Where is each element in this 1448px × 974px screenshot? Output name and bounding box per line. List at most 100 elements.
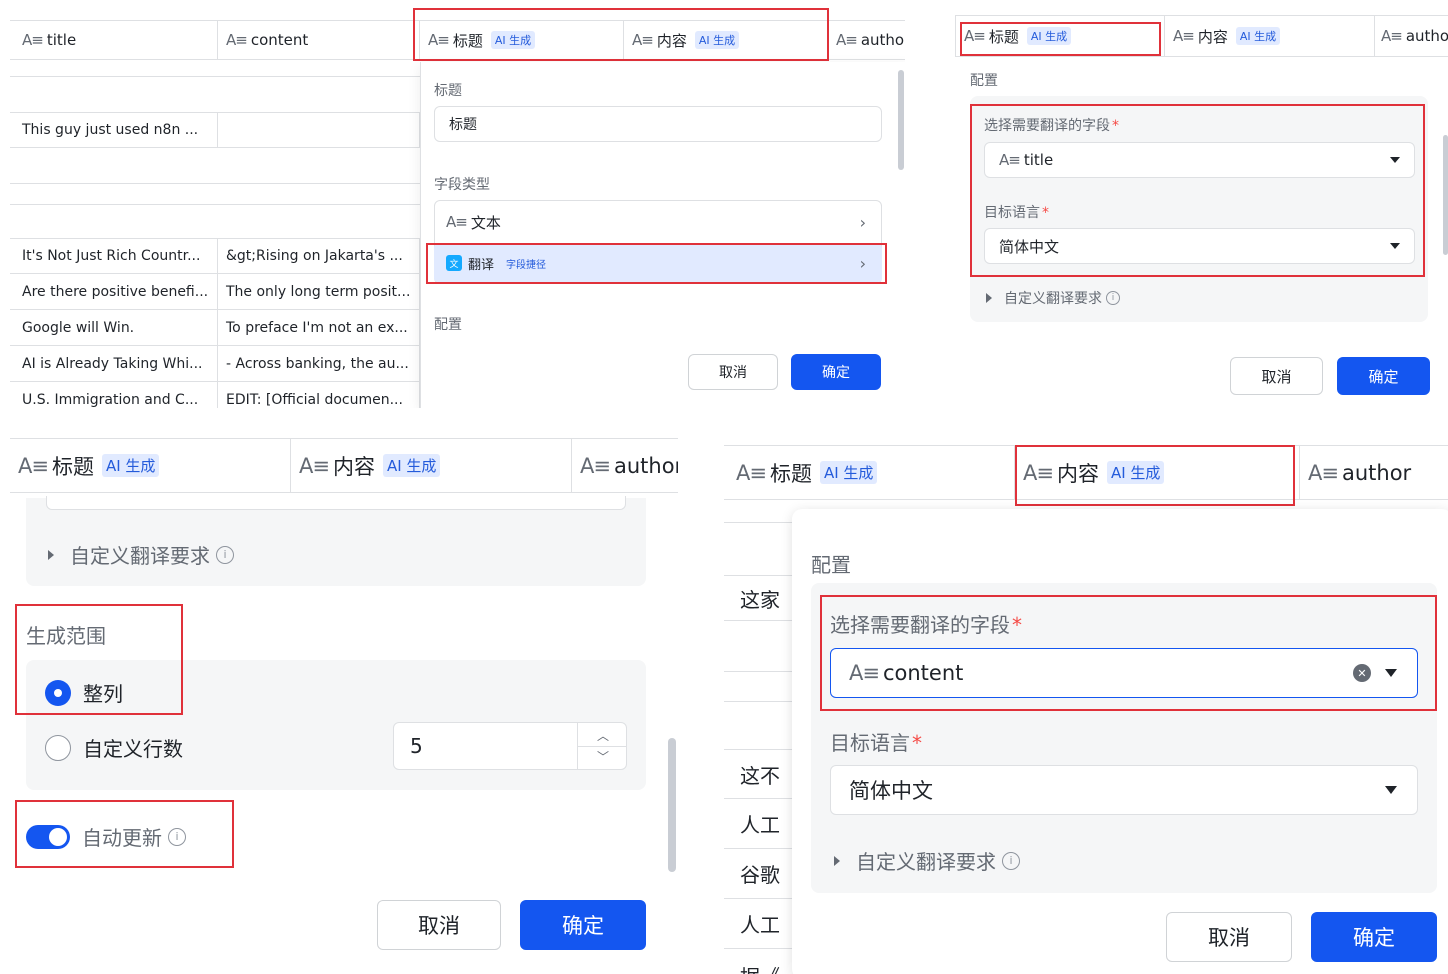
chevron-up-icon[interactable]: ︿ [597, 727, 609, 744]
text-field-icon: A≡ [999, 151, 1021, 169]
table-row[interactable]: AI is Already Taking Whi... [10, 346, 218, 382]
text-field-icon: A≡ [836, 31, 858, 49]
text-field-icon: A≡ [22, 31, 44, 49]
input-edge [46, 496, 626, 510]
chevron-right-icon: › [859, 253, 866, 273]
ai-generated-badge: AI 生成 [1106, 461, 1165, 484]
title-input[interactable]: 标题 [434, 106, 882, 142]
custom-requirement-toggle[interactable]: 自定义翻译要求 i [986, 288, 1120, 308]
table-row[interactable]: Are there positive benefi... [10, 274, 218, 310]
cancel-button[interactable]: 取消 [377, 900, 501, 950]
column-header-author[interactable]: A≡author [828, 20, 905, 60]
table-row[interactable] [218, 112, 420, 148]
chevron-down-icon [1385, 786, 1397, 794]
text-field-icon: A≡ [1381, 27, 1403, 45]
generation-range-label: 生成范围 [26, 624, 106, 648]
table-row[interactable]: Google will Win. [10, 310, 218, 346]
text-field-icon: A≡ [849, 661, 880, 685]
scrollbar[interactable] [668, 738, 676, 872]
title-label: 标题 [434, 83, 462, 99]
custom-requirement-toggle[interactable]: 自定义翻译要求 i [834, 846, 1020, 875]
confirm-button[interactable]: 确定 [520, 900, 646, 950]
column-header-author[interactable]: A≡author [572, 438, 678, 493]
cancel-button[interactable]: 取消 [1230, 357, 1323, 395]
translate-icon: 文 [446, 255, 462, 271]
config-label: 配置 [434, 317, 462, 333]
table-row-divider [10, 183, 420, 184]
text-field-icon: A≡ [299, 453, 330, 478]
rows-stepper[interactable]: 5 ︿ ﹀ [393, 722, 627, 770]
clear-icon[interactable]: ✕ [1353, 664, 1371, 682]
table-row[interactable]: This guy just used n8n ... [10, 112, 218, 148]
column-header-content-zh[interactable]: A≡ 内容 AI 生成 [624, 20, 828, 60]
table-row[interactable]: EDIT: [Official documen... [218, 382, 420, 408]
column-header-content-zh[interactable]: A≡ 内容 AI 生成 [1015, 445, 1300, 500]
column-header-title-zh[interactable]: A≡ 标题 AI 生成 [955, 15, 1165, 57]
panel-field-type-dialog: A≡ title A≡ content A≡ 标题 AI 生成 A≡ 内容 AI 生成 A≡… [10, 0, 905, 408]
field-select-label: 选择需要翻译的字段 * [984, 118, 1119, 134]
caret-right-icon [834, 855, 840, 866]
field-select[interactable]: A≡ content ✕ [830, 648, 1418, 698]
table-row[interactable]: It's Not Just Rich Countr... [10, 238, 218, 274]
info-icon: i [168, 827, 186, 846]
type-translate-item[interactable]: 文 翻译 字段捷径 › [434, 244, 882, 282]
scrollbar[interactable] [898, 70, 904, 170]
text-field-icon: A≡ [428, 31, 450, 49]
field-config-dialog: 标题 标题 字段类型 A≡ 文本 › 文 翻译 字段捷径 › 配置 取消 确定 [420, 62, 905, 408]
config-label: 配置 [970, 73, 998, 89]
column-header-content[interactable]: A≡ content [218, 20, 420, 60]
field-config-dialog: 配置 选择需要翻译的字段 * A≡ content ✕ 目标语言 * 简体中文 自定义… [792, 509, 1448, 974]
field-type-label: 字段类型 [434, 177, 490, 193]
column-header-title-zh[interactable]: A≡ 标题 AI 生成 [10, 438, 291, 493]
table-row[interactable]: - Across banking, the au... [218, 346, 420, 382]
cancel-button[interactable]: 取消 [1166, 912, 1292, 962]
column-header-author[interactable]: A≡ autho [1375, 15, 1448, 57]
table-row-divider [10, 76, 420, 77]
confirm-button[interactable]: 确定 [1337, 357, 1430, 395]
target-language-label: 目标语言 * [830, 731, 922, 755]
custom-requirement-toggle[interactable]: 自定义翻译要求 i [48, 540, 234, 569]
text-field-icon: A≡ [446, 213, 468, 231]
info-icon: i [1106, 291, 1120, 305]
ai-generated-badge: AI 生成 [1235, 27, 1281, 45]
column-header-title-zh[interactable]: A≡ 标题 AI 生成 [420, 20, 624, 60]
info-icon: i [1002, 851, 1020, 870]
ai-generated-badge: AI 生成 [382, 454, 441, 477]
confirm-button[interactable]: 确定 [791, 354, 881, 390]
config-label: 配置 [811, 553, 851, 577]
ai-generated-badge: AI 生成 [694, 31, 740, 49]
confirm-button[interactable]: 确定 [1311, 912, 1437, 962]
chevron-down-icon[interactable]: ﹀ [597, 748, 609, 765]
table-row[interactable]: The only long term posit... [218, 274, 420, 310]
table-row[interactable]: To preface I'm not an ex... [218, 310, 420, 346]
type-text-item[interactable]: A≡ 文本 › [434, 202, 882, 242]
text-field-icon: A≡ [580, 453, 611, 478]
radio-custom-rows[interactable]: 自定义行数 [45, 733, 183, 762]
column-header-title-zh[interactable]: A≡ 标题 AI 生成 [724, 445, 1015, 500]
chevron-right-icon: › [859, 212, 866, 232]
radio-checked-icon [45, 679, 71, 706]
chevron-down-icon [1390, 243, 1400, 249]
cancel-button[interactable]: 取消 [688, 354, 778, 390]
auto-update-switch[interactable]: 自动更新 i [26, 822, 186, 851]
ai-generated-badge: AI 生成 [819, 461, 878, 484]
column-header-content-zh[interactable]: A≡ 内容 AI 生成 [1165, 15, 1375, 57]
table-row[interactable]: &gt;Rising on Jakarta's ... [218, 238, 420, 274]
text-field-icon: A≡ [632, 31, 654, 49]
scrollbar[interactable] [1443, 135, 1448, 255]
column-header-content-zh[interactable]: A≡ 内容 AI 生成 [291, 438, 572, 493]
field-select[interactable]: A≡ title [984, 142, 1415, 178]
panel-content-translate-config: A≡ 标题 AI 生成 A≡ 内容 AI 生成 A≡ author 这家 这不 人工 谷歌… [724, 445, 1448, 974]
radio-whole-column[interactable]: 整列 [45, 678, 123, 707]
target-language-select[interactable]: 简体中文 [830, 765, 1418, 815]
column-header-title[interactable]: A≡ title [10, 20, 218, 60]
table-row[interactable]: U.S. Immigration and C... [10, 382, 218, 408]
info-icon: i [216, 545, 234, 564]
chevron-down-icon [1385, 669, 1397, 677]
text-field-icon: A≡ [736, 460, 767, 485]
target-language-select[interactable]: 简体中文 [984, 228, 1415, 264]
text-field-icon: A≡ [964, 27, 986, 45]
caret-right-icon [48, 549, 54, 560]
panel-translate-config: A≡ 标题 AI 生成 A≡ 内容 AI 生成 A≡ autho 配置 选择需要翻译的字段… [955, 0, 1448, 408]
column-header-author[interactable]: A≡author [1300, 445, 1448, 500]
